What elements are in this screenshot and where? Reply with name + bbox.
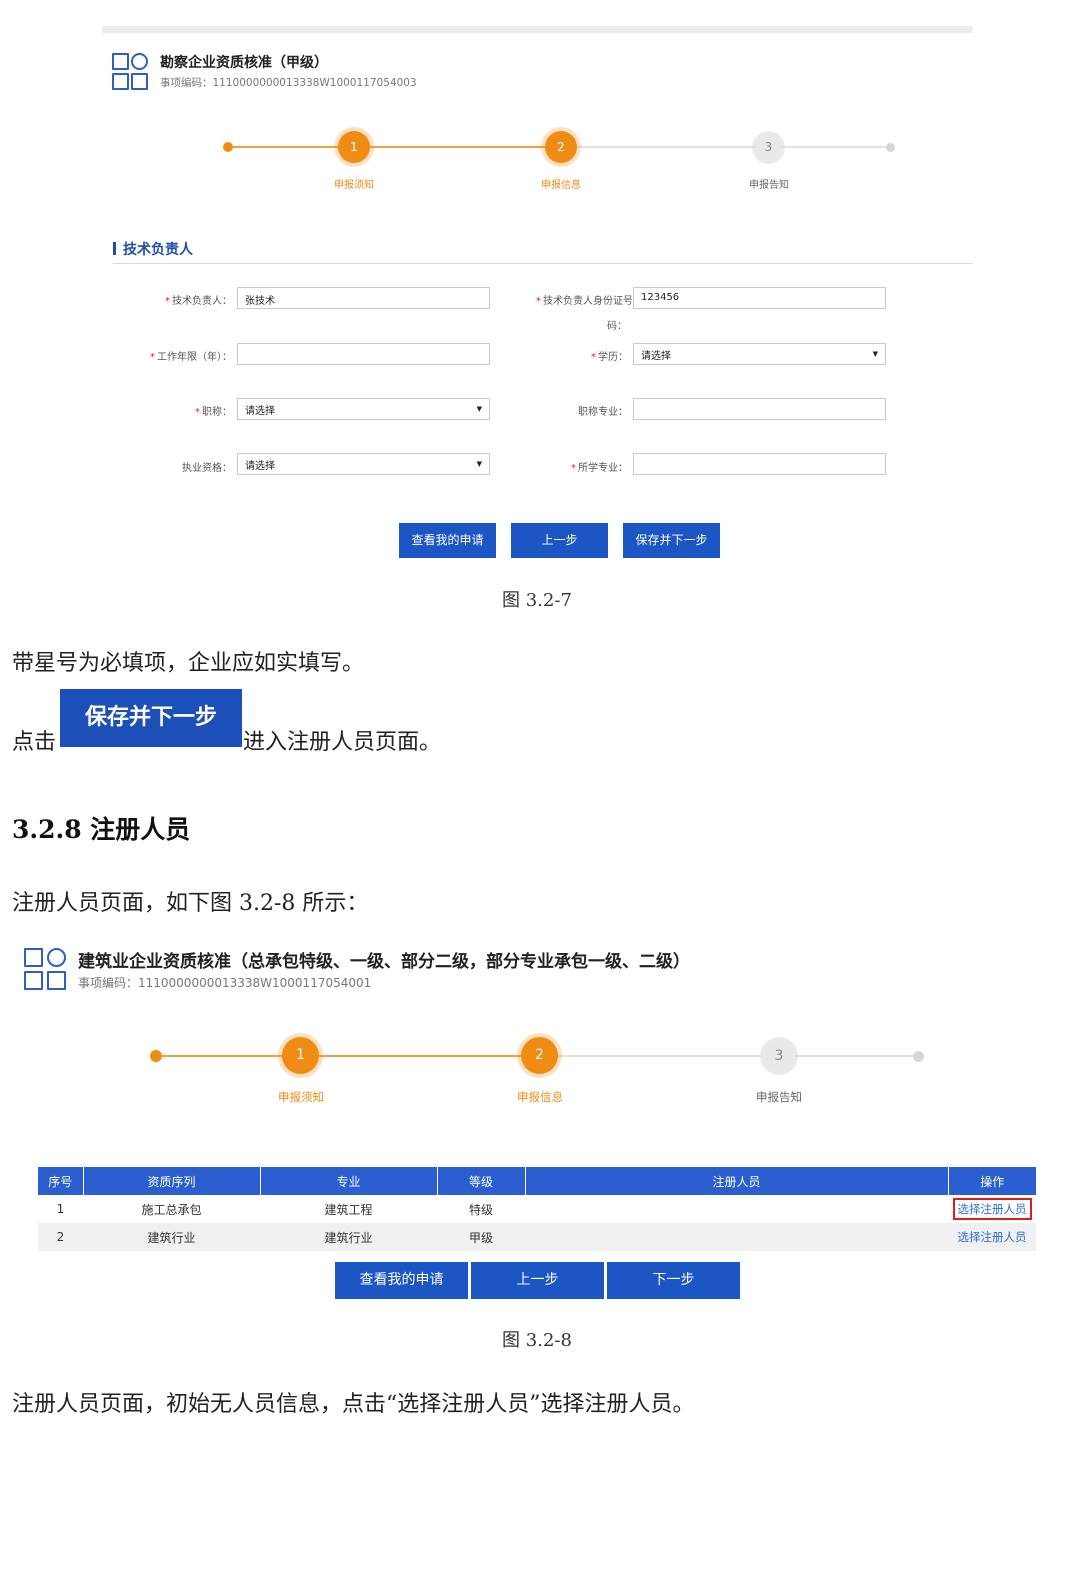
education-select[interactable]: 请选择 ▼: [633, 343, 886, 365]
cell-staff: [525, 1195, 948, 1223]
paragraph-click-suffix: 进入注册人员页面。: [243, 730, 442, 755]
chevron-down-icon: ▼: [872, 350, 878, 358]
progress-end-dot: [886, 143, 895, 152]
next-step-button[interactable]: 下一步: [607, 1262, 740, 1299]
section-title: 技术负责人: [123, 242, 193, 258]
cell-grade: 甲级: [437, 1223, 525, 1251]
chevron-down-icon: ▼: [476, 405, 482, 413]
registered-staff-table: 序号 资质序列 专业 等级 注册人员 操作 1 施工总承包 建筑工程 特级 选择…: [38, 1167, 1036, 1251]
step-1-label: 申报须知: [334, 180, 374, 191]
title-select[interactable]: 请选择 ▼: [237, 398, 490, 420]
cell-major: 建筑行业: [260, 1223, 437, 1251]
section-heading: 3.2.8 注册人员: [12, 815, 191, 844]
select-staff-link[interactable]: 选择注册人员: [958, 1230, 1027, 1244]
title-major-label: 职称专业：: [578, 407, 628, 418]
work-years-input[interactable]: [237, 343, 490, 365]
select-staff-link[interactable]: 选择注册人员: [952, 1198, 1032, 1220]
id-number-label-cont: 码：: [607, 321, 627, 332]
step-3-label: 申报告知: [756, 1090, 802, 1104]
cell-action: 选择注册人员: [948, 1223, 1036, 1251]
step-3-circle: 3: [755, 134, 782, 161]
step-1-circle: 1: [282, 1037, 319, 1074]
progress-start-dot: [150, 1050, 162, 1062]
service-logo-icon: [24, 948, 66, 990]
paragraph: 注册人员页面，初始无人员信息，点击“选择注册人员”选择注册人员。: [12, 1392, 695, 1417]
service-title: 建筑业企业资质核准（总承包特级、一级、部分二级，部分专业承包一级、二级）: [78, 952, 690, 972]
previous-step-button[interactable]: 上一步: [471, 1262, 604, 1299]
service-code: 事项编码：1110000000013338W1000117054001: [78, 976, 372, 990]
table-row: 2 建筑行业 建筑行业 甲级 选择注册人员: [38, 1223, 1036, 1251]
work-years-label: * 工作年限（年）：: [150, 352, 232, 363]
top-bar: [102, 26, 973, 33]
progress-start-dot: [223, 142, 233, 152]
service-code: 事项编码：1110000000013338W1000117054003: [160, 77, 417, 89]
cell-series: 建筑行业: [83, 1223, 260, 1251]
previous-step-button[interactable]: 上一步: [511, 523, 608, 558]
section-divider: [113, 263, 973, 264]
cell-series: 施工总承包: [83, 1195, 260, 1223]
step-2-circle: 2: [545, 131, 577, 163]
progress-line-done: [228, 146, 562, 148]
tech-lead-label: * 技术负责人：: [165, 296, 232, 307]
table-row: 1 施工总承包 建筑工程 特级 选择注册人员: [38, 1195, 1036, 1223]
step-3-label: 申报告知: [749, 180, 789, 191]
header-no: 序号: [38, 1167, 84, 1195]
major-label: * 所学专业：: [571, 463, 628, 474]
id-number-input[interactable]: 123456: [633, 287, 886, 309]
qualification-select[interactable]: 请选择 ▼: [237, 453, 490, 475]
save-next-button-image: 保存并下一步: [60, 689, 242, 747]
figure-caption: 图 3.2-8: [502, 1330, 572, 1351]
view-application-button[interactable]: 查看我的申请: [335, 1262, 468, 1299]
cell-major: 建筑工程: [260, 1195, 437, 1223]
paragraph: 注册人员页面，如下图 3.2-8 所示：: [12, 891, 369, 916]
cell-staff: [525, 1223, 948, 1251]
id-number-label: * 技术负责人身份证号: [536, 296, 633, 307]
figure-caption: 图 3.2-7: [502, 590, 572, 611]
header-series: 资质序列: [83, 1167, 261, 1195]
header-staff: 注册人员: [525, 1167, 949, 1195]
title-major-input[interactable]: [633, 398, 886, 420]
paragraph-click-prefix: 点击: [12, 730, 57, 755]
step-2-label: 申报信息: [541, 180, 581, 191]
education-label: * 学历：: [591, 352, 628, 363]
step-1-circle: 1: [338, 131, 370, 163]
cell-grade: 特级: [437, 1195, 525, 1223]
step-1-label: 申报须知: [278, 1090, 324, 1104]
qualification-label: 执业资格：: [182, 463, 232, 474]
paragraph: 带星号为必填项，企业应如实填写。: [12, 651, 365, 676]
progress-end-dot: [913, 1051, 924, 1062]
service-logo-icon: [112, 53, 148, 90]
cell-no: 2: [38, 1223, 83, 1251]
save-next-button[interactable]: 保存并下一步: [623, 523, 720, 558]
service-title: 勘察企业资质核准（甲级）: [160, 55, 328, 71]
cell-no: 1: [38, 1195, 83, 1223]
cell-action: 选择注册人员: [948, 1195, 1036, 1223]
step-3-circle: 3: [763, 1040, 795, 1072]
step-2-circle: 2: [521, 1037, 558, 1074]
title-label: * 职称：: [195, 407, 232, 418]
major-input[interactable]: [633, 453, 886, 475]
header-grade: 等级: [437, 1167, 526, 1195]
view-application-button[interactable]: 查看我的申请: [399, 523, 496, 558]
chevron-down-icon: ▼: [476, 460, 482, 468]
progress-line-todo: [540, 1055, 920, 1057]
progress-line-todo: [562, 146, 892, 148]
tech-lead-input[interactable]: 张技术: [237, 287, 490, 309]
header-major: 专业: [260, 1167, 438, 1195]
step-2-label: 申报信息: [517, 1090, 563, 1104]
header-action: 操作: [948, 1167, 1036, 1195]
section-marker: [113, 242, 116, 255]
progress-line-done: [156, 1055, 540, 1057]
